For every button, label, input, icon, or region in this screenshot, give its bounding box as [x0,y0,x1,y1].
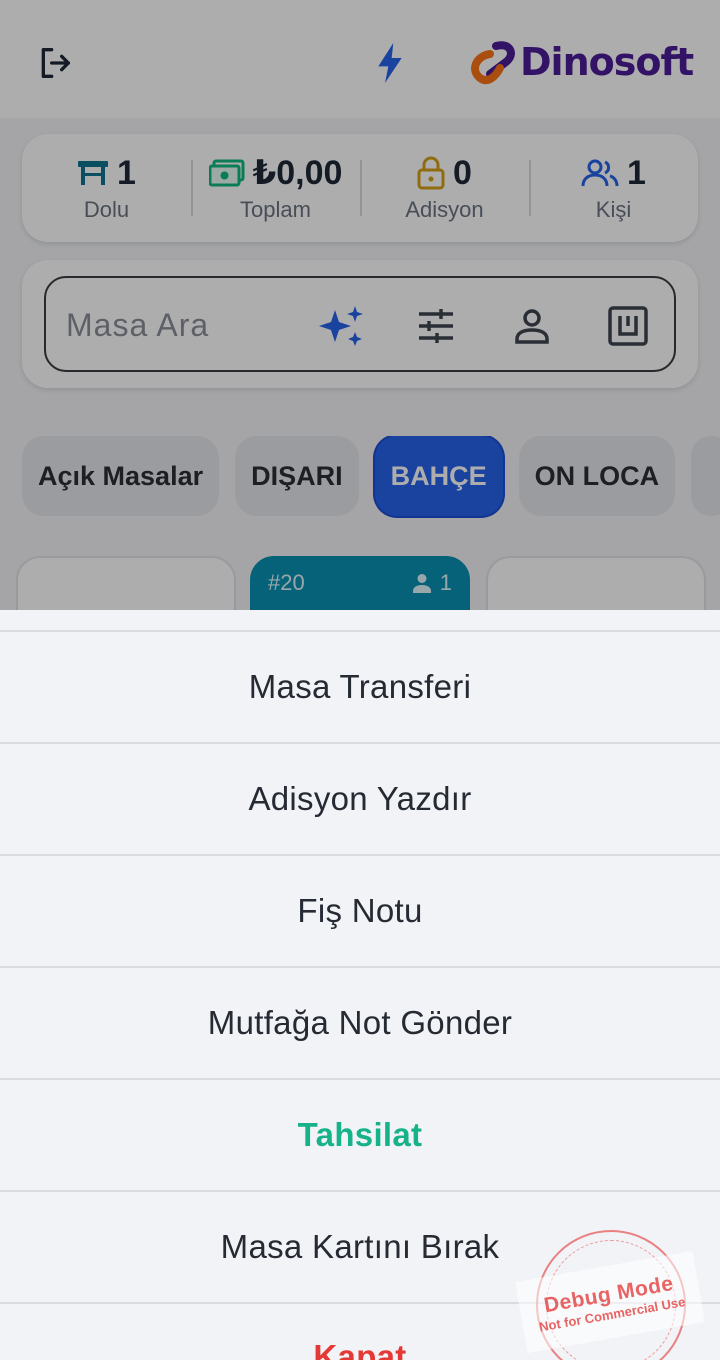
adisyon-yazdir-button[interactable]: Adisyon Yazdır [0,742,720,854]
mutfaga-not-gonder-button[interactable]: Mutfağa Not Gönder [0,966,720,1078]
masa-transferi-button[interactable]: Masa Transferi [0,630,720,742]
tahsilat-button[interactable]: Tahsilat [0,1078,720,1190]
fis-notu-button[interactable]: Fiş Notu [0,854,720,966]
